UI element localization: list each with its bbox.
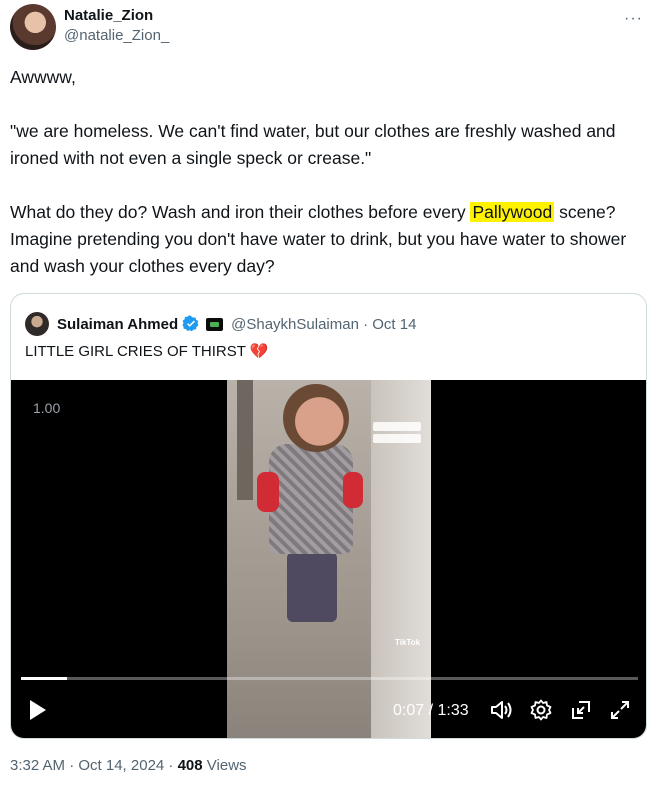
video-progress-fill: [21, 677, 68, 680]
playback-speed-label: 1.00: [33, 400, 61, 416]
quoted-author-name[interactable]: Sulaiman Ahmed: [57, 316, 178, 333]
fullscreen-icon[interactable]: [607, 698, 633, 722]
video-scene-head: [283, 384, 349, 452]
overlay-line: [373, 422, 421, 431]
video-player[interactable]: 1.00 TikTok 0:07 / 1:33: [11, 380, 646, 738]
author-handle[interactable]: @natalie_Zion_: [64, 26, 169, 46]
tweet-body: Awwww, "we are homeless. We can't find w…: [10, 64, 640, 280]
quoted-tweet[interactable]: Sulaiman Ahmed @ShaykhSulaiman · Oct 14 …: [10, 293, 647, 739]
quoted-tweet-text: LITTLE GIRL CRIES OF THIRST 💔: [25, 342, 268, 362]
video-scene-sleeve: [257, 472, 279, 512]
more-options-icon[interactable]: ···: [624, 10, 643, 28]
settings-gear-icon[interactable]: [528, 698, 554, 722]
tweet-line-2: "we are homeless. We can't find water, b…: [10, 121, 621, 168]
picture-in-picture-icon[interactable]: [568, 698, 594, 722]
video-frame: TikTok: [227, 380, 431, 738]
overlay-line: [373, 434, 421, 443]
video-time: 0:07 / 1:33: [393, 702, 469, 719]
video-progress-bar[interactable]: [21, 677, 638, 680]
quoted-author-avatar[interactable]: [25, 312, 49, 336]
video-scene-pole: [237, 380, 253, 500]
views-count: 408: [177, 757, 203, 774]
author-names: Natalie_Zion @natalie_Zion_: [64, 6, 169, 46]
affiliate-badge-icon: [206, 317, 224, 331]
quoted-text-content: LITTLE GIRL CRIES OF THIRST: [25, 343, 246, 360]
broken-heart-emoji: 💔: [249, 343, 269, 360]
video-scene-legs: [287, 552, 337, 622]
author-display-name[interactable]: Natalie_Zion: [64, 6, 169, 26]
play-icon[interactable]: [25, 698, 49, 722]
video-overlay-handles: [373, 422, 421, 446]
volume-icon[interactable]: [489, 698, 515, 722]
tweet-line-1: Awwww,: [10, 67, 76, 87]
tweet-line-3-start: What do they do? Wash and iron their clo…: [10, 202, 471, 222]
tweet-header: Natalie_Zion @natalie_Zion_ ···: [10, 4, 647, 50]
quoted-author-handle-date[interactable]: @ShaykhSulaiman · Oct 14: [231, 316, 416, 333]
quoted-tweet-header: Sulaiman Ahmed @ShaykhSulaiman · Oct 14: [25, 312, 416, 336]
tiktok-watermark: TikTok: [395, 638, 421, 647]
video-scene-sleeve: [343, 472, 363, 508]
tweet-meta: 3:32 AM · Oct 14, 2024 · 408 Views: [10, 757, 247, 774]
tweet-timestamp[interactable]: 3:32 AM · Oct 14, 2024 ·: [10, 757, 178, 774]
views-label: Views: [202, 757, 247, 774]
video-scene-shirt: [269, 444, 353, 554]
verified-badge-icon: [182, 315, 199, 332]
author-avatar[interactable]: [10, 4, 56, 50]
highlighted-word: Pallywood: [470, 202, 555, 222]
